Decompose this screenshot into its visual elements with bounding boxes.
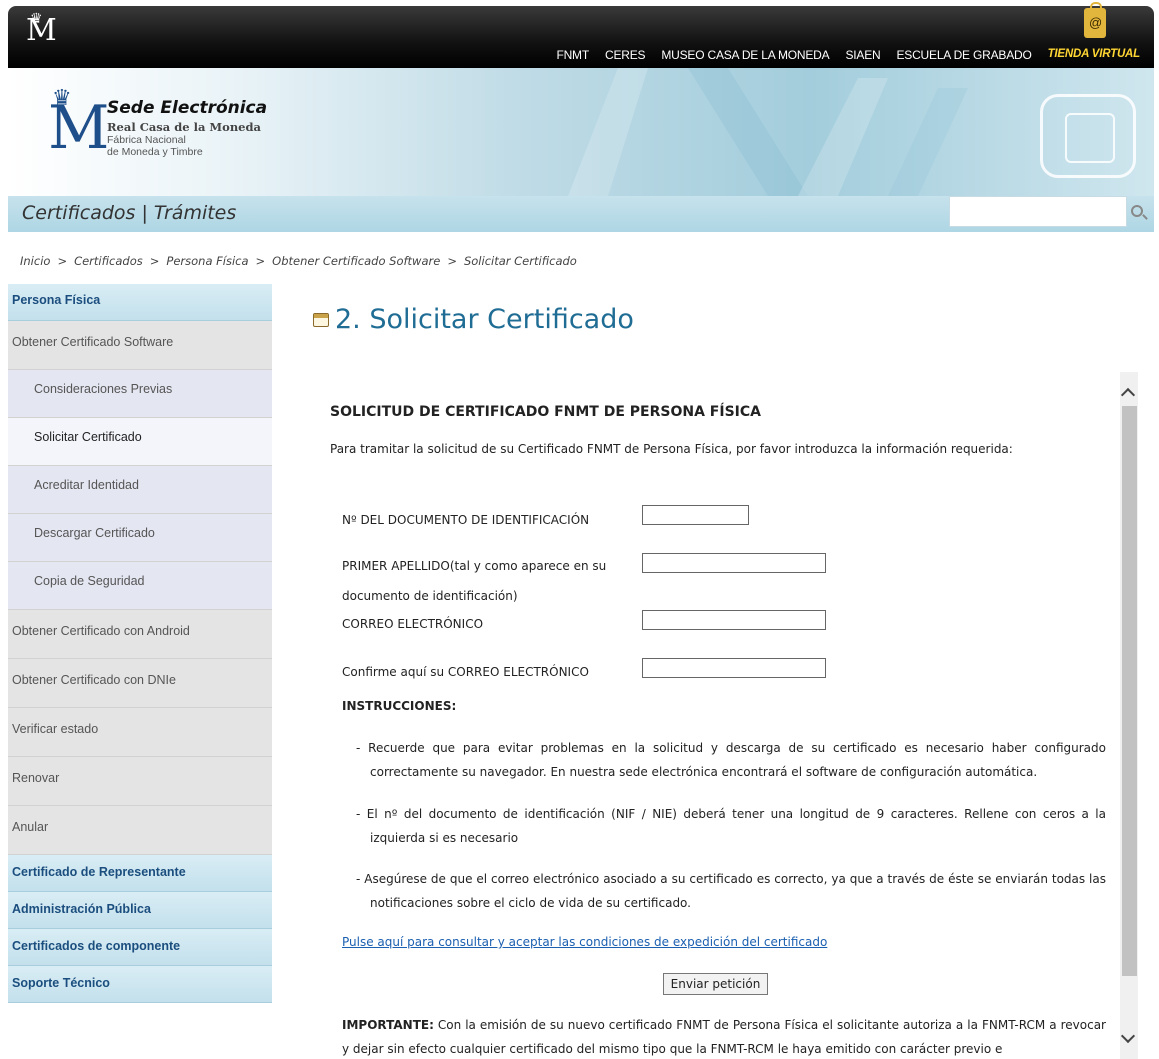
documento-input[interactable] — [642, 505, 749, 525]
sidebar-header-persona-fisica[interactable]: Persona Física — [8, 284, 272, 321]
link-tramites[interactable]: Trámites — [154, 202, 236, 224]
conditions-link[interactable]: Pulse aquí para consultar y aceptar las … — [342, 935, 827, 949]
breadcrumb-separator: > — [149, 254, 160, 268]
brand-title: Sede Electrónica — [107, 98, 268, 118]
email-input[interactable] — [642, 610, 826, 630]
label-correo: CORREO ELECTRÓNICO — [342, 617, 484, 631]
label-confirm-correo: Confirme aquí su CORREO ELECTRÓNICO — [342, 665, 589, 679]
instruction-item: - El nº del documento de identificación … — [356, 807, 1106, 845]
nav-museo[interactable]: MUSEO CASA DE LA MONEDA — [653, 48, 837, 62]
breadcrumb-obtener-software[interactable]: Obtener Certificado Software — [272, 254, 440, 268]
label-documento: Nº DEL DOCUMENTO DE IDENTIFICACIÓN — [342, 513, 590, 527]
label-apellido-line2: documento de identificación) — [342, 589, 518, 603]
sidebar: Persona Física Obtener Certificado Softw… — [8, 284, 272, 1003]
smartcard-chip-icon — [1040, 94, 1136, 178]
brand-line-2: de Moneda y Timbre — [107, 146, 203, 158]
breadcrumb-current: Solicitar Certificado — [463, 254, 577, 268]
brand-subtitle: Real Casa de la Moneda — [107, 120, 261, 134]
nav-fnmt[interactable]: FNMT — [548, 48, 597, 62]
search-input[interactable] — [949, 196, 1127, 227]
breadcrumb-persona-fisica[interactable]: Persona Física — [166, 254, 248, 268]
section-separator: | — [141, 202, 148, 224]
enviar-peticion-button[interactable]: Enviar petición — [663, 973, 768, 995]
link-certificados[interactable]: Certificados — [22, 202, 135, 224]
instruction-item: - Asegúrese de que el correo electrónico… — [356, 872, 1106, 910]
form-heading: SOLICITUD DE CERTIFICADO FNMT DE PERSONA… — [330, 404, 761, 420]
instruction-item: - Recuerde que para evitar problemas en … — [356, 741, 1106, 779]
nav-ceres[interactable]: CERES — [597, 48, 653, 62]
crown-icon: ♛ — [52, 86, 72, 111]
sidebar-item-android[interactable]: Obtener Certificado con Android — [8, 610, 272, 659]
search-icon[interactable] — [1131, 205, 1143, 217]
nav-siaen[interactable]: SIAEN — [837, 48, 888, 62]
sidebar-subitem-descargar[interactable]: Descargar Certificado — [8, 514, 272, 562]
breadcrumb-certificados[interactable]: Certificados — [74, 254, 143, 268]
page-title-text: 2. Solicitar Certificado — [335, 304, 634, 335]
sidebar-cat-administracion[interactable]: Administración Pública — [8, 892, 272, 929]
section-links: Certificados | Trámites — [22, 202, 236, 224]
sidebar-subitem-copia[interactable]: Copia de Seguridad — [8, 562, 272, 610]
nav-tienda-virtual[interactable]: TIENDA VIRTUAL — [1040, 48, 1148, 62]
top-navigation-bar: ♛M FNMT CERES MUSEO CASA DE LA MONEDA SI… — [8, 2, 1154, 68]
email-confirm-input[interactable] — [642, 658, 826, 678]
sidebar-cat-representante[interactable]: Certificado de Representante — [8, 855, 272, 892]
breadcrumb: Inicio > Certificados > Persona Física > Obten… — [20, 254, 577, 268]
apellido-input[interactable] — [642, 553, 826, 573]
sidebar-item-verificar[interactable]: Verificar estado — [8, 708, 272, 757]
brand-block: Sede Electrónica Real Casa de la Moneda … — [107, 98, 267, 158]
sidebar-cat-componente[interactable]: Certificados de componente — [8, 929, 272, 966]
important-notice: IMPORTANTE: Con la emisión de su nuevo c… — [342, 1013, 1106, 1059]
sidebar-subitem-acreditar[interactable]: Acreditar Identidad — [8, 466, 272, 514]
sidebar-item-dnie[interactable]: Obtener Certificado con DNIe — [8, 659, 272, 708]
crown-icon: ♛ — [30, 11, 43, 27]
page-title: 2. Solicitar Certificado — [313, 304, 634, 335]
breadcrumb-separator: > — [57, 254, 68, 268]
sidebar-cat-soporte[interactable]: Soporte Técnico — [8, 966, 272, 1003]
header-banner: ♛ M Sede Electrónica Real Casa de la Mone… — [8, 68, 1154, 196]
sede-logo[interactable]: ♛ M — [48, 88, 109, 159]
form-intro: Para tramitar la solicitud de su Certifi… — [330, 442, 1013, 456]
breadcrumb-inicio[interactable]: Inicio — [20, 254, 50, 268]
label-apellido-line1: PRIMER APELLIDO(tal y como aparece en su — [342, 559, 607, 573]
sidebar-item-obtener-software[interactable]: Obtener Certificado Software — [8, 321, 272, 370]
section-bar: Certificados | Trámites — [8, 196, 1154, 232]
scrollbar-thumb[interactable] — [1122, 406, 1137, 976]
important-text: Con la emisión de su nuevo certificado F… — [342, 1018, 1106, 1056]
sidebar-item-anular[interactable]: Anular — [8, 806, 272, 855]
sidebar-subitem-solicitar[interactable]: Solicitar Certificado — [8, 418, 272, 466]
sidebar-subitem-consideraciones[interactable]: Consideraciones Previas — [8, 370, 272, 418]
breadcrumb-separator: > — [447, 254, 457, 268]
fnmt-logo[interactable]: ♛ M — [26, 12, 57, 46]
instrucciones-heading: INSTRUCCIONES: — [342, 699, 457, 713]
shopping-bag-icon[interactable] — [1084, 2, 1106, 38]
breadcrumb-separator: > — [255, 254, 266, 268]
top-nav: FNMT CERES MUSEO CASA DE LA MONEDA SIAEN… — [548, 48, 1148, 62]
nav-escuela[interactable]: ESCUELA DE GRABADO — [888, 48, 1039, 62]
important-label: IMPORTANTE: — [342, 1018, 434, 1032]
brand-line-1: Fábrica Nacional — [107, 134, 186, 146]
document-icon — [313, 313, 329, 327]
request-form-panel: SOLICITUD DE CERTIFICADO FNMT DE PERSONA… — [316, 372, 1122, 1059]
sidebar-item-renovar[interactable]: Renovar — [8, 757, 272, 806]
